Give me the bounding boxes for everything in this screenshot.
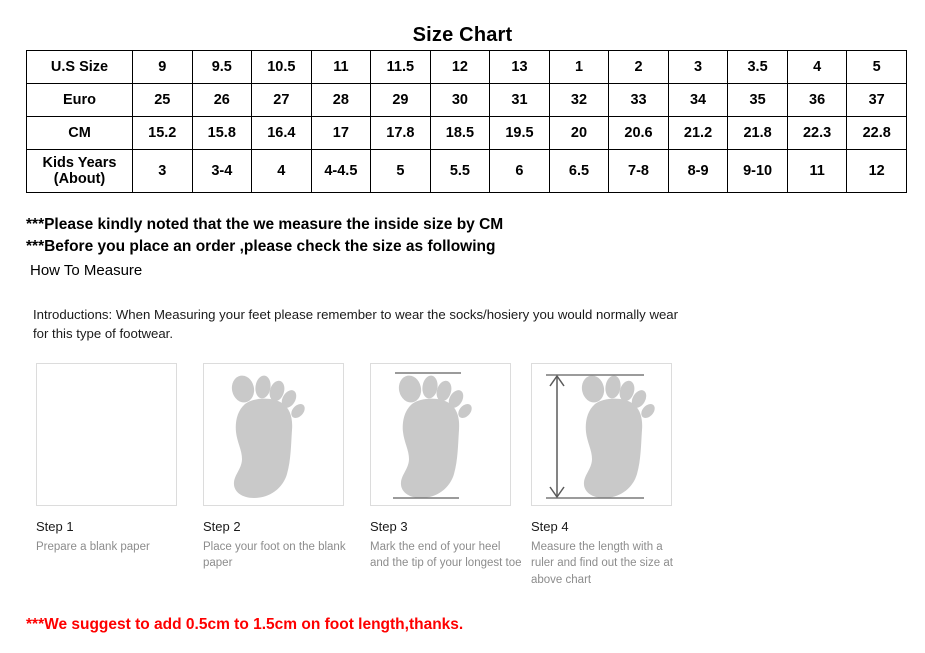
table-cell: 34 bbox=[667, 83, 729, 117]
table-cell: 9-10 bbox=[727, 149, 788, 193]
step-2-caption: Step 2 Place your foot on the blank pape… bbox=[203, 519, 355, 572]
step-2-title: Step 2 bbox=[203, 519, 241, 534]
step-3-description: Mark the end of your heel and the tip of… bbox=[370, 541, 522, 570]
table-cell: 5.5 bbox=[429, 149, 491, 193]
page-title: Size Chart bbox=[412, 24, 513, 46]
step-1-description: Prepare a blank paper bbox=[36, 541, 150, 553]
table-cell: 29 bbox=[370, 83, 431, 117]
table-cell: 1 bbox=[548, 50, 610, 84]
table-cell: 12 bbox=[429, 50, 491, 84]
step-3-illustration-box bbox=[370, 363, 511, 506]
table-cell: 30 bbox=[429, 83, 491, 117]
row-header-kids-years: Kids Years (About) bbox=[26, 149, 133, 193]
row-header-kids-years-line1: Kids Years bbox=[42, 154, 117, 171]
table-cell: 18.5 bbox=[429, 116, 491, 150]
table-cell: 26 bbox=[191, 83, 253, 117]
how-to-measure-heading: How To Measure bbox=[30, 262, 143, 279]
table-cell: 28 bbox=[310, 83, 372, 117]
step-4-illustration-box bbox=[531, 363, 672, 506]
table-cell: 6.5 bbox=[548, 149, 610, 193]
table-cell: 4 bbox=[251, 149, 312, 193]
table-cell: 7-8 bbox=[608, 149, 669, 193]
table-cell: 5 bbox=[846, 50, 907, 84]
table-cell: 35 bbox=[727, 83, 788, 117]
introduction-paragraph: Introductions: When Measuring your feet … bbox=[33, 307, 679, 342]
step-2: Step 2 Place your foot on the blank pape… bbox=[203, 363, 346, 569]
table-cell: 11 bbox=[310, 50, 372, 84]
table-cell: 13 bbox=[489, 50, 550, 84]
table-cell: 22.3 bbox=[786, 116, 848, 150]
step-4-description: Measure the length with a ruler and find… bbox=[531, 541, 673, 586]
table-cell: 8-9 bbox=[667, 149, 729, 193]
table-cell: 15.2 bbox=[132, 116, 193, 150]
table-row: U.S Size 9 9.5 10.5 11 11.5 12 13 1 2 3 … bbox=[26, 50, 907, 84]
table-cell: 2 bbox=[608, 50, 669, 84]
table-cell: 16.4 bbox=[251, 116, 312, 150]
table-cell: 17.8 bbox=[370, 116, 431, 150]
table-cell: 11.5 bbox=[370, 50, 431, 84]
table-cell: 3.5 bbox=[727, 50, 788, 84]
table-cell: 4 bbox=[786, 50, 848, 84]
step-2-description: Place your foot on the blank paper bbox=[203, 541, 346, 570]
table-cell: 5 bbox=[370, 149, 431, 193]
table-row: Kids Years (About) 3 3-4 4 4-4.5 5 5.5 6… bbox=[26, 149, 907, 193]
step-3-title: Step 3 bbox=[370, 519, 408, 534]
table-cell: 32 bbox=[548, 83, 610, 117]
table-cell: 4-4.5 bbox=[310, 149, 372, 193]
note-measure-inside-size: ***Please kindly noted that the we measu… bbox=[26, 216, 504, 233]
table-cell: 17 bbox=[310, 116, 372, 150]
note-check-size-before-order: ***Before you place an order ,please che… bbox=[26, 238, 496, 255]
table-cell: 11 bbox=[786, 149, 848, 193]
bottom-red-note: ***We suggest to add 0.5cm to 1.5cm on f… bbox=[26, 616, 464, 633]
foot-outline-icon bbox=[231, 375, 305, 498]
table-cell: 27 bbox=[251, 83, 312, 117]
table-cell: 19.5 bbox=[489, 116, 550, 150]
table-cell: 3 bbox=[132, 149, 193, 193]
foot-with-measure-arrow-icon bbox=[546, 374, 655, 499]
row-header-euro: Euro bbox=[26, 83, 133, 117]
size-chart-table: U.S Size 9 9.5 10.5 11 11.5 12 13 1 2 3 … bbox=[26, 50, 907, 193]
step-1-illustration-box bbox=[36, 363, 177, 506]
blank-paper-icon bbox=[37, 364, 176, 505]
step-4: Step 4 Measure the length with a ruler a… bbox=[531, 363, 674, 586]
table-cell: 21.2 bbox=[667, 116, 729, 150]
step-1-caption: Step 1 Prepare a blank paper bbox=[36, 519, 188, 555]
foot-with-marks-icon bbox=[393, 372, 472, 499]
row-header-us-size: U.S Size bbox=[26, 50, 133, 84]
table-row: CM 15.2 15.8 16.4 17 17.8 18.5 19.5 20 2… bbox=[26, 116, 907, 150]
table-cell: 20.6 bbox=[608, 116, 669, 150]
table-cell: 33 bbox=[608, 83, 669, 117]
step-3: Step 3 Mark the end of your heel and the… bbox=[370, 363, 522, 569]
step-3-caption: Step 3 Mark the end of your heel and the… bbox=[370, 519, 522, 572]
row-header-cm: CM bbox=[26, 116, 133, 150]
measure-arrow bbox=[549, 374, 565, 499]
table-cell: 21.8 bbox=[727, 116, 788, 150]
table-cell: 3 bbox=[667, 50, 729, 84]
step-1: Step 1 Prepare a blank paper bbox=[36, 363, 179, 553]
step-4-title: Step 4 bbox=[531, 519, 569, 534]
table-cell: 15.8 bbox=[191, 116, 253, 150]
step-2-illustration-box bbox=[203, 363, 344, 506]
table-cell: 36 bbox=[786, 83, 848, 117]
table-cell: 25 bbox=[132, 83, 193, 117]
table-cell: 9 bbox=[132, 50, 193, 84]
step-1-title: Step 1 bbox=[36, 519, 74, 534]
table-cell: 22.8 bbox=[846, 116, 907, 150]
step-4-caption: Step 4 Measure the length with a ruler a… bbox=[531, 519, 683, 588]
table-cell: 9.5 bbox=[191, 50, 253, 84]
table-cell: 20 bbox=[548, 116, 610, 150]
table-cell: 10.5 bbox=[251, 50, 312, 84]
size-chart-table-container: U.S Size 9 9.5 10.5 11 11.5 12 13 1 2 3 … bbox=[26, 50, 907, 193]
table-cell: 31 bbox=[489, 83, 550, 117]
table-row: Euro 25 26 27 28 29 30 31 32 33 34 35 36… bbox=[26, 83, 907, 117]
table-cell: 37 bbox=[846, 83, 907, 117]
row-header-kids-years-line2: (About) bbox=[53, 171, 106, 187]
table-cell: 3-4 bbox=[191, 149, 253, 193]
table-cell: 6 bbox=[489, 149, 550, 193]
table-cell: 12 bbox=[846, 149, 907, 193]
